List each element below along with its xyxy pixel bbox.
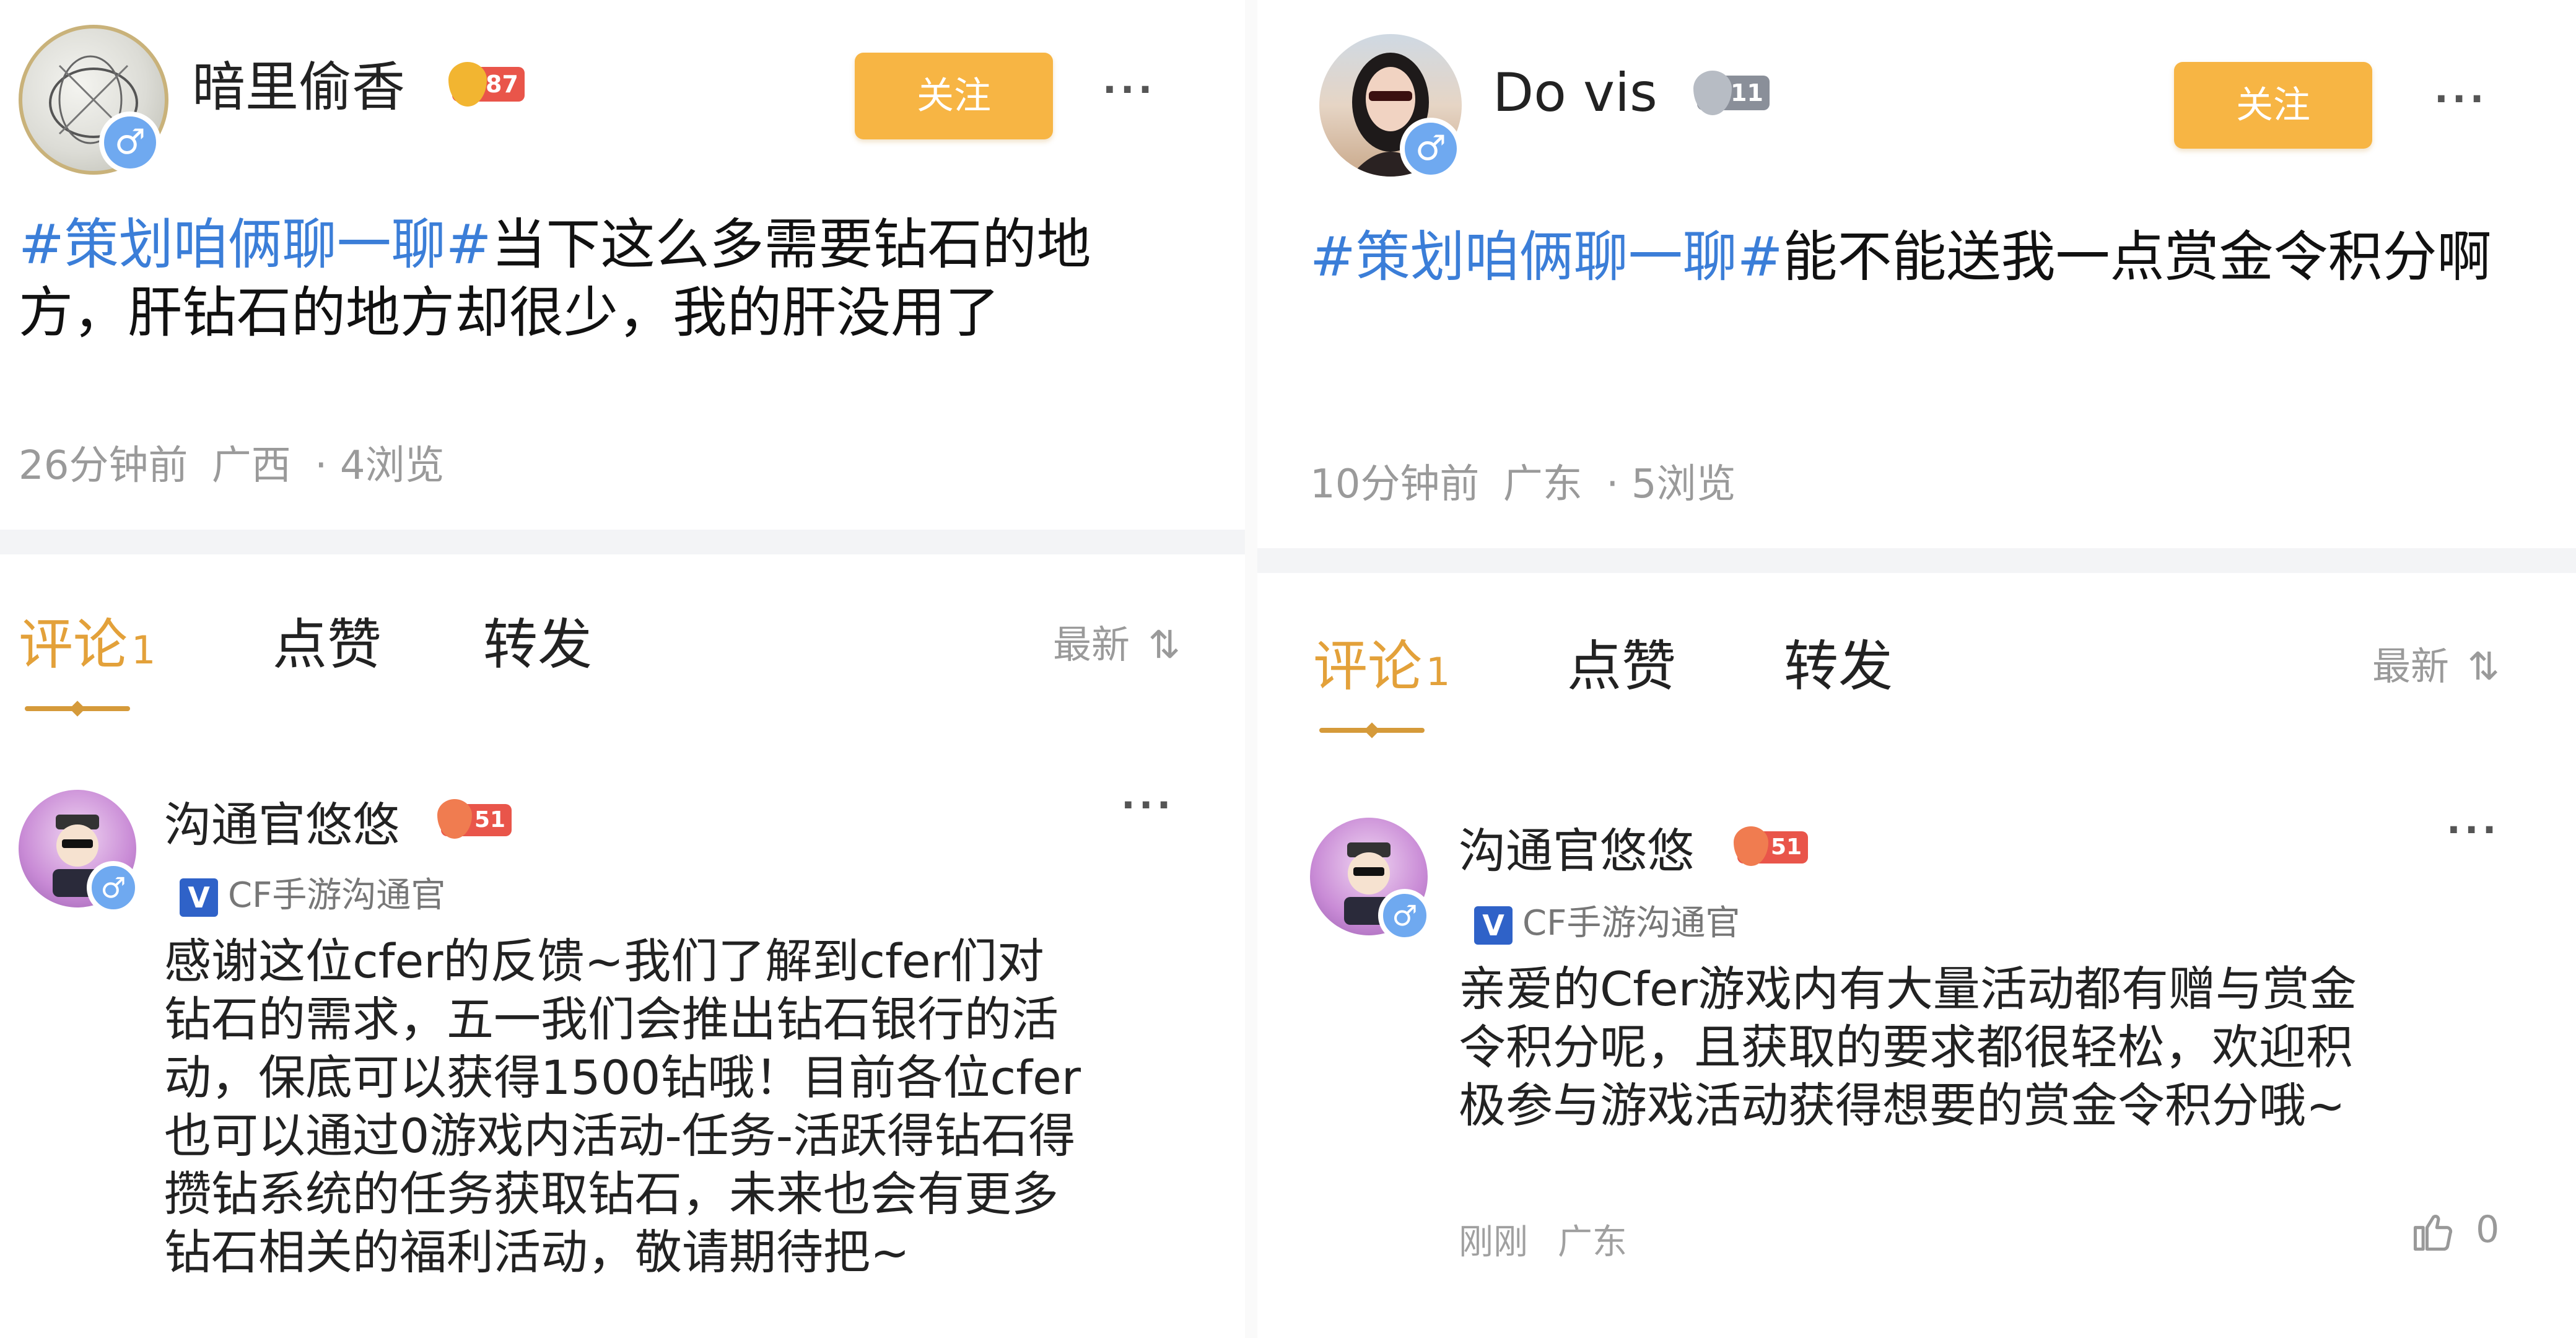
like-count: 0 [2476, 1208, 2500, 1251]
sort-icon: ⇅ [2467, 644, 2500, 689]
tab-comments[interactable]: 评论1 [19, 601, 155, 680]
more-options-button[interactable]: ··· [1102, 68, 1156, 112]
like-button[interactable]: 0 [2409, 1208, 2499, 1255]
tab-comments[interactable]: 评论1 [1313, 623, 1450, 701]
tab-reposts[interactable]: 转发 [1784, 623, 1893, 701]
thumbs-up-icon [2413, 1215, 2453, 1251]
tab-reposts[interactable]: 转发 [483, 601, 592, 680]
male-icon: ♂ [99, 112, 161, 173]
right-post-panel: ♂ Do vis 11 关注 ··· #策划咱俩聊一聊#能不能送我一点赏金令积分… [1257, 0, 2576, 1338]
tab-likes[interactable]: 点赞 [1567, 623, 1676, 701]
topic-hashtag-link[interactable]: #策划咱俩聊一聊# [19, 212, 491, 276]
comment-more-button[interactable]: ··· [1121, 784, 1174, 827]
post-content: #策划咱俩聊一聊#能不能送我一点赏金令积分啊 [1310, 223, 2518, 291]
level-badge: 51 [437, 799, 512, 839]
post-meta: 26分钟前 广西 · 4浏览 [19, 434, 445, 491]
section-divider [1257, 548, 2576, 573]
level-badge: 11 [1693, 71, 1770, 115]
rank-shield-icon [437, 799, 472, 839]
comment-time: 刚刚 [1459, 1222, 1528, 1262]
tab-comments-label: 评论 [19, 613, 128, 676]
author-name[interactable]: Do vis [1493, 62, 1657, 124]
rank-shield-icon [448, 62, 487, 107]
official-badge-text: CF手游沟通官 [1522, 903, 1740, 943]
topic-hashtag-link[interactable]: #策划咱俩聊一聊# [1310, 225, 1783, 289]
comment-text: 感谢这位cfer的反馈~我们了解到cfer们对钻石的需求，五一我们会推出钻石银行… [164, 934, 1081, 1280]
post-location: 广西 [211, 443, 291, 489]
post-meta: 10分钟前 广东 · 5浏览 [1310, 452, 1736, 509]
tab-comments-label: 评论 [1313, 634, 1423, 698]
post-time: 10分钟前 [1310, 461, 1480, 507]
sort-label: 最新 [2372, 644, 2450, 689]
official-badge: V CF手游沟通官 [180, 867, 445, 917]
verified-v-icon: V [1474, 906, 1513, 945]
rank-shield-icon [1693, 71, 1732, 115]
author-name[interactable]: 暗里偷香 [192, 43, 405, 121]
tab-likes[interactable]: 点赞 [273, 601, 382, 680]
commenter-name[interactable]: 沟通官悠悠 [164, 787, 399, 855]
active-tab-diamond [69, 701, 85, 717]
active-tab-diamond [1364, 722, 1380, 738]
follow-button[interactable]: 关注 [2174, 62, 2372, 149]
rank-shield-icon [1734, 826, 1768, 866]
sort-icon: ⇅ [1148, 622, 1181, 667]
comment-meta: 刚刚 广东 [1459, 1214, 1627, 1264]
comment-count: 1 [131, 627, 156, 673]
comment-location: 广东 [1557, 1222, 1627, 1262]
male-icon: ♂ [87, 861, 140, 914]
post-time: 26分钟前 [19, 443, 188, 489]
official-badge-text: CF手游沟通官 [228, 875, 446, 916]
comment-more-button[interactable]: ··· [2447, 808, 2500, 852]
verified-v-icon: V [180, 878, 218, 917]
commenter-name[interactable]: 沟通官悠悠 [1459, 813, 1694, 881]
section-divider [0, 530, 1245, 554]
post-content: #策划咱俩聊一聊#当下这么多需要钻石的地方，肝钻石的地方却很少，我的肝没用了 [19, 211, 1133, 347]
post-body-text: 能不能送我一点赏金令积分啊 [1783, 225, 2492, 289]
sort-button[interactable]: 最新 ⇅ [2372, 635, 2500, 691]
post-views: · 5浏览 [1606, 461, 1736, 507]
post-location: 广东 [1503, 461, 1583, 507]
more-options-button[interactable]: ··· [2434, 77, 2487, 121]
official-badge: V CF手游沟通官 [1474, 895, 1740, 945]
male-icon: ♂ [1378, 889, 1431, 942]
follow-button[interactable]: 关注 [855, 53, 1053, 139]
left-post-panel: ♂ 暗里偷香 87 关注 ··· #策划咱俩聊一聊#当下这么多需要钻石的地方，肝… [0, 0, 1245, 1338]
panel-gutter [1245, 0, 1257, 1338]
comment-count: 1 [1426, 649, 1451, 694]
sort-label: 最新 [1053, 622, 1130, 667]
level-badge: 51 [1734, 826, 1809, 866]
level-badge: 87 [448, 62, 525, 107]
post-views: · 4浏览 [315, 443, 445, 489]
male-icon: ♂ [1400, 118, 1462, 180]
comment-text: 亲爱的Cfer游戏内有大量活动都有赠与赏金令积分呢，且获取的要求都很轻松，欢迎积… [1459, 961, 2357, 1133]
sort-button[interactable]: 最新 ⇅ [1053, 613, 1181, 669]
